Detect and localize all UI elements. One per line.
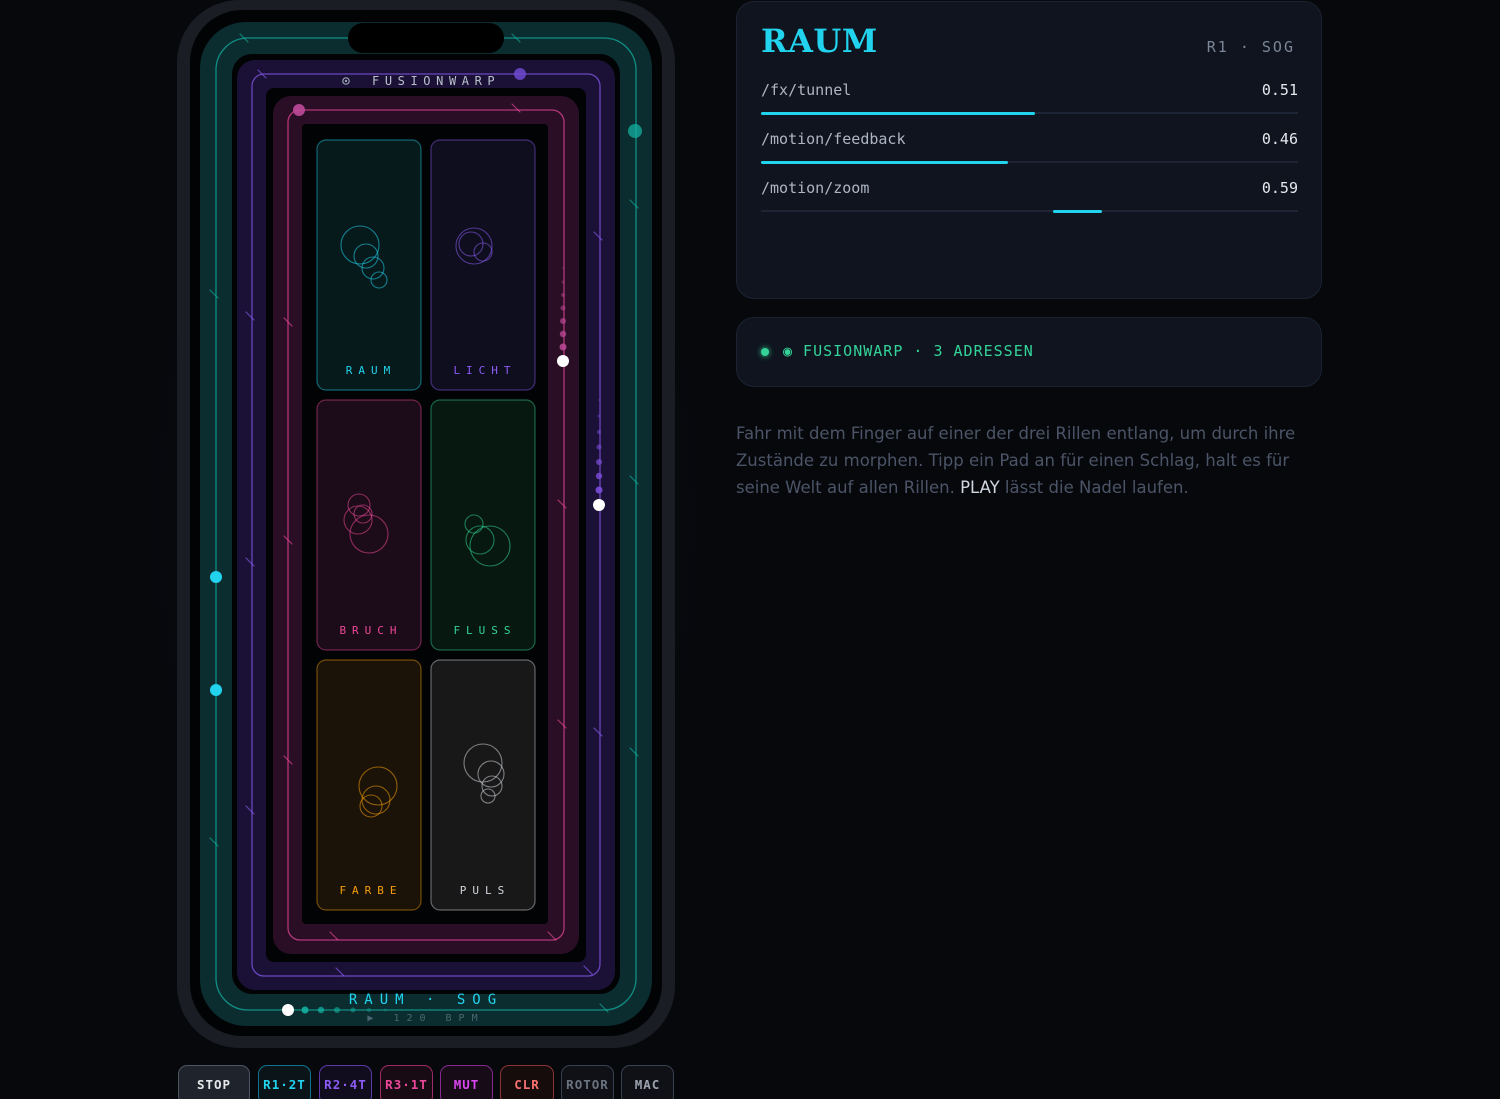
groove-outer-marker[interactable]: [210, 571, 222, 583]
help-text: Fahr mit dem Finger auf einer der drei R…: [736, 420, 1326, 501]
param-address: /fx/tunnel: [761, 81, 852, 99]
param-slider[interactable]: [761, 160, 1298, 164]
pad-farbe[interactable]: FARBE: [316, 659, 422, 911]
param-row[interactable]: /motion/zoom 0.59: [761, 179, 1298, 219]
param-slider-fill: [761, 160, 1009, 164]
world-label: RAUM · SOG: [349, 992, 503, 1008]
help-keyword-play: PLAY: [960, 478, 1000, 497]
needle-outer[interactable]: [282, 1004, 294, 1016]
param-address: /motion/feedback: [761, 130, 906, 148]
pad-label: LICHT: [453, 364, 516, 377]
status-indicator-icon: [761, 348, 769, 356]
param-slider[interactable]: [761, 111, 1298, 115]
pad-label: RAUM: [346, 364, 397, 377]
param-slider[interactable]: [761, 209, 1298, 213]
pad-label: BRUCH: [339, 624, 402, 637]
status-text: ◉ FUSIONWARP · 3 ADRESSEN: [783, 342, 1034, 360]
pad-fluss[interactable]: FLUSS: [430, 399, 536, 651]
app-title: FUSIONWARP: [372, 74, 500, 88]
phone-notch: [348, 23, 504, 53]
groove-outer-knob[interactable]: [628, 124, 642, 138]
pad-label: PULS: [460, 884, 511, 897]
groove-outer-marker[interactable]: [210, 684, 222, 696]
pad-raum[interactable]: RAUM: [316, 139, 422, 391]
parameter-panel: RAUM R1 · SOG /fx/tunnel 0.51/motion/feed…: [736, 1, 1322, 299]
r3-1t-button[interactable]: R3·1T: [380, 1065, 433, 1099]
pad-label: FARBE: [339, 884, 402, 897]
needle-middle[interactable]: [593, 499, 605, 511]
help-text-part: lässt die Nadel laufen.: [999, 478, 1189, 497]
r2-4t-button[interactable]: R2·4T: [319, 1065, 372, 1099]
pad-label: FLUSS: [453, 624, 516, 637]
pad-bruch[interactable]: BRUCH: [316, 399, 422, 651]
status-panel: ◉ FUSIONWARP · 3 ADRESSEN: [736, 317, 1322, 387]
param-value: 0.59: [1261, 179, 1298, 197]
world-title: RAUM: [761, 22, 878, 60]
rotor-button[interactable]: ROTOR: [561, 1065, 614, 1099]
world-code: R1 · SOG: [1206, 38, 1295, 56]
param-address: /motion/zoom: [761, 179, 870, 197]
clr-button[interactable]: CLR: [500, 1065, 554, 1099]
param-value: 0.51: [1261, 81, 1298, 99]
needle-inner[interactable]: [557, 355, 569, 367]
stop-button[interactable]: STOP: [178, 1065, 250, 1099]
mac-button[interactable]: MAC: [621, 1065, 674, 1099]
param-row[interactable]: /fx/tunnel 0.51: [761, 81, 1298, 121]
param-value: 0.46: [1261, 130, 1298, 148]
mut-button[interactable]: MUT: [440, 1065, 493, 1099]
groove-inner-knob[interactable]: [293, 104, 305, 116]
pad-puls[interactable]: PULS: [430, 659, 536, 911]
pad-licht[interactable]: LICHT: [430, 139, 536, 391]
r1-2t-button[interactable]: R1·2T: [258, 1065, 311, 1099]
groove-middle-knob[interactable]: [514, 68, 526, 80]
tempo-label: ▶ 120 BPM: [367, 1013, 484, 1024]
param-row[interactable]: /motion/feedback 0.46: [761, 130, 1298, 170]
fusionwarp-device: FUSIONWARP RAUM LICHTBRUCH FLUSSFARBE PULS …: [96, 0, 720, 1060]
param-slider-fill: [1053, 209, 1103, 213]
param-slider-fill: [761, 111, 1035, 115]
